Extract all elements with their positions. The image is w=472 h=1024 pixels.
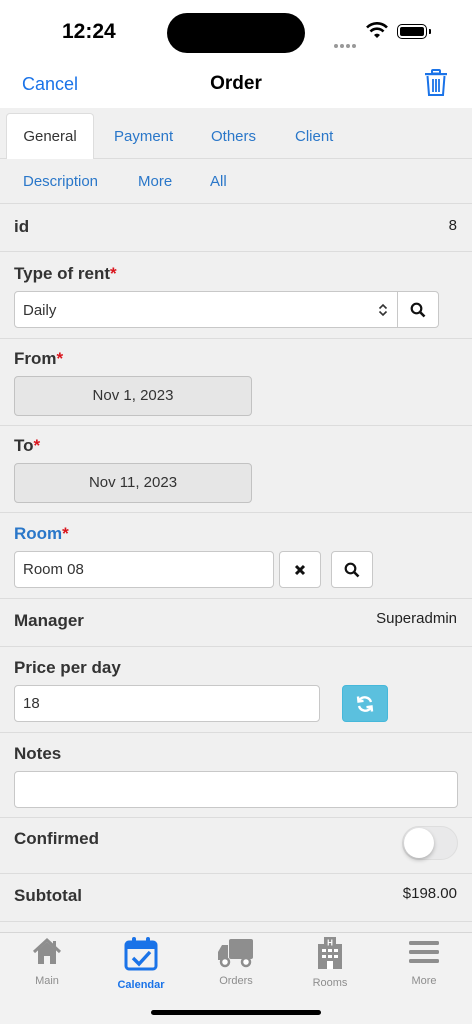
dynamic-island (167, 13, 305, 53)
page-title: Order (210, 73, 262, 94)
search-icon (344, 562, 360, 577)
tab-others[interactable]: Others (211, 128, 256, 145)
tab-more[interactable]: More (138, 173, 172, 190)
type-of-rent-select[interactable]: Daily (14, 291, 398, 328)
clear-room-button[interactable] (279, 551, 321, 588)
menu-icon (409, 941, 439, 963)
tab-client[interactable]: Client (295, 128, 333, 145)
status-time: 12:24 (62, 20, 116, 43)
type-of-rent-search-button[interactable] (397, 291, 439, 328)
battery-icon (397, 24, 427, 39)
price-per-day-input[interactable]: 18 (14, 685, 320, 722)
id-value: 8 (448, 217, 457, 234)
confirmed-label: Confirmed (14, 829, 99, 848)
room-label[interactable]: Room* (14, 524, 69, 544)
id-label: id (14, 217, 30, 236)
svg-text:H: H (327, 939, 333, 948)
refresh-icon (356, 695, 374, 712)
wifi-icon (366, 22, 388, 38)
type-of-rent-value: Daily (23, 302, 57, 319)
notes-label: Notes (14, 744, 62, 763)
tabbar-orders[interactable]: Orders (189, 936, 283, 987)
hotel-icon: H (318, 937, 342, 969)
from-label: From* (14, 349, 64, 368)
subtotal-value: $198.00 (402, 885, 457, 902)
truck-icon (218, 939, 253, 968)
type-of-rent-label: Type of rent* (14, 264, 117, 283)
from-date-button[interactable]: Nov 1, 2023 (14, 376, 252, 416)
to-label: To* (14, 436, 41, 455)
chevron-up-down-icon (378, 303, 388, 317)
search-icon (410, 302, 426, 317)
home-indicator (151, 1010, 321, 1015)
notes-input[interactable] (14, 771, 458, 808)
tabbar-rooms[interactable]: H Rooms (283, 936, 377, 989)
manager-label: Manager (14, 611, 84, 630)
tab-description[interactable]: Description (23, 173, 98, 190)
tabbar-main[interactable]: Main (0, 936, 94, 987)
calendar-icon (124, 937, 158, 971)
close-icon (294, 564, 306, 575)
to-date-button[interactable]: Nov 11, 2023 (14, 463, 252, 503)
trash-icon[interactable] (424, 69, 448, 97)
subtotal-label: Subtotal (14, 886, 82, 905)
price-per-day-label: Price per day (14, 658, 121, 677)
home-icon (32, 937, 62, 964)
tab-payment[interactable]: Payment (114, 128, 173, 145)
tab-general[interactable]: General (6, 113, 94, 159)
recalculate-button[interactable] (342, 685, 388, 722)
room-input[interactable]: Room 08 (14, 551, 274, 588)
signal-icon (334, 35, 360, 48)
tabbar-more[interactable]: More (377, 936, 471, 987)
room-search-button[interactable] (331, 551, 373, 588)
confirmed-toggle[interactable] (402, 826, 458, 860)
manager-value: Superadmin (376, 610, 457, 627)
tabbar-calendar[interactable]: Calendar (94, 936, 188, 991)
tab-all[interactable]: All (210, 173, 227, 190)
